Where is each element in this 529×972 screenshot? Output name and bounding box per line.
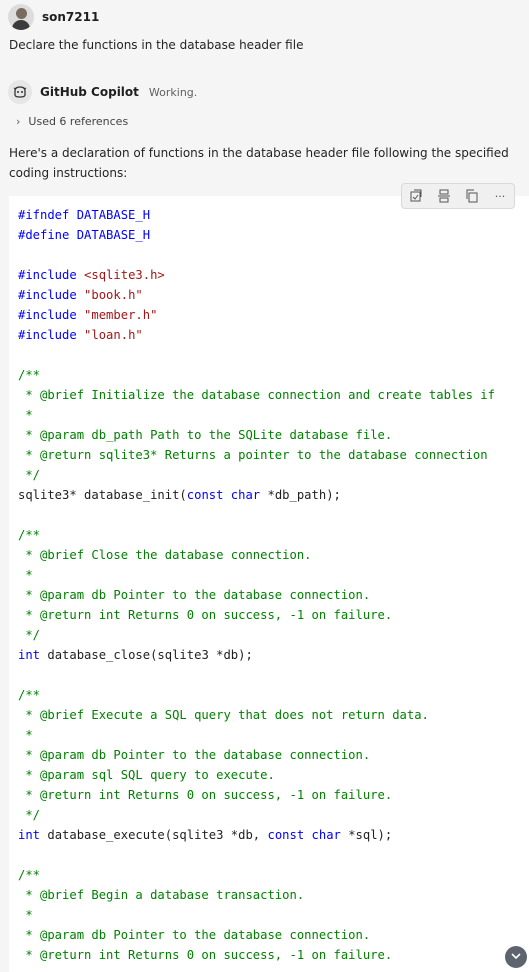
code-line: * @return int Returns 0 on success, -1 o… xyxy=(18,788,393,802)
code-line: /** xyxy=(18,688,41,702)
copilot-status: Working. xyxy=(148,85,198,99)
code-line: /** xyxy=(18,528,41,542)
code-block: #ifndef DATABASE_H #define DATABASE_H #i… xyxy=(9,196,529,972)
response-intro: Here's a declaration of functions in the… xyxy=(9,146,509,180)
code-line: * @return int Returns 0 on success, -1 o… xyxy=(18,608,393,622)
code-line: * @brief Close the database connection. xyxy=(18,548,312,562)
code-line: #include "member.h" xyxy=(18,308,158,322)
chevron-right-icon: › xyxy=(16,115,21,128)
copy-icon[interactable] xyxy=(464,188,480,204)
apply-in-editor-icon[interactable] xyxy=(408,188,424,204)
user-message: Declare the functions in the database he… xyxy=(9,38,304,52)
code-line: int database_execute(sqlite3 *db, const … xyxy=(18,828,393,842)
code-line: /** xyxy=(18,868,41,882)
code-line: */ xyxy=(18,808,41,822)
code-line: */ xyxy=(18,468,41,482)
code-line: #include <sqlite3.h> xyxy=(18,268,165,282)
code-line: #define DATABASE_H xyxy=(18,228,151,242)
code-line: #ifndef DATABASE_H xyxy=(18,208,151,222)
code-line: * @param sql SQL query to execute. xyxy=(18,768,275,782)
code-line: */ xyxy=(18,628,41,642)
code-line: * xyxy=(18,728,33,742)
code-line: #include "book.h" xyxy=(18,288,143,302)
code-line: * @param db_path Path to the SQLite data… xyxy=(18,428,393,442)
copilot-icon xyxy=(8,80,32,104)
scroll-down-button[interactable] xyxy=(505,946,527,968)
code-line: * @return int Returns 0 on success, -1 o… xyxy=(18,948,393,962)
code-line: * @param db Pointer to the database conn… xyxy=(18,928,371,942)
code-line: * @brief Initialize the database connect… xyxy=(18,388,495,402)
code-line: * @brief Begin a database transaction. xyxy=(18,888,305,902)
references-toggle[interactable]: › Used 6 references xyxy=(16,115,128,128)
code-toolbar: ··· xyxy=(401,183,515,209)
code-line: * @param db Pointer to the database conn… xyxy=(18,748,371,762)
code-line: * @return sqlite3* Returns a pointer to … xyxy=(18,448,488,462)
code-line: sqlite3* database_init(const char *db_pa… xyxy=(18,488,341,502)
chevron-down-icon xyxy=(510,950,522,965)
insert-at-cursor-icon[interactable] xyxy=(436,188,452,204)
code-line: int database_close(sqlite3 *db); xyxy=(18,648,253,662)
code-line: * @brief Execute a SQL query that does n… xyxy=(18,708,429,722)
more-actions-icon[interactable]: ··· xyxy=(492,188,508,204)
copilot-name: GitHub Copilot xyxy=(40,85,139,99)
code-line: #include "loan.h" xyxy=(18,328,143,342)
copilot-header: GitHub Copilot Working. xyxy=(8,80,197,104)
code-line: * xyxy=(18,408,33,422)
references-label: Used 6 references xyxy=(28,115,129,128)
code-line: * xyxy=(18,908,33,922)
code-line: /** xyxy=(18,368,41,382)
user-header: son7211 xyxy=(8,4,99,30)
code-line: * @param db Pointer to the database conn… xyxy=(18,588,371,602)
user-avatar xyxy=(8,4,34,30)
code-line: * xyxy=(18,568,33,582)
user-name: son7211 xyxy=(42,10,100,24)
